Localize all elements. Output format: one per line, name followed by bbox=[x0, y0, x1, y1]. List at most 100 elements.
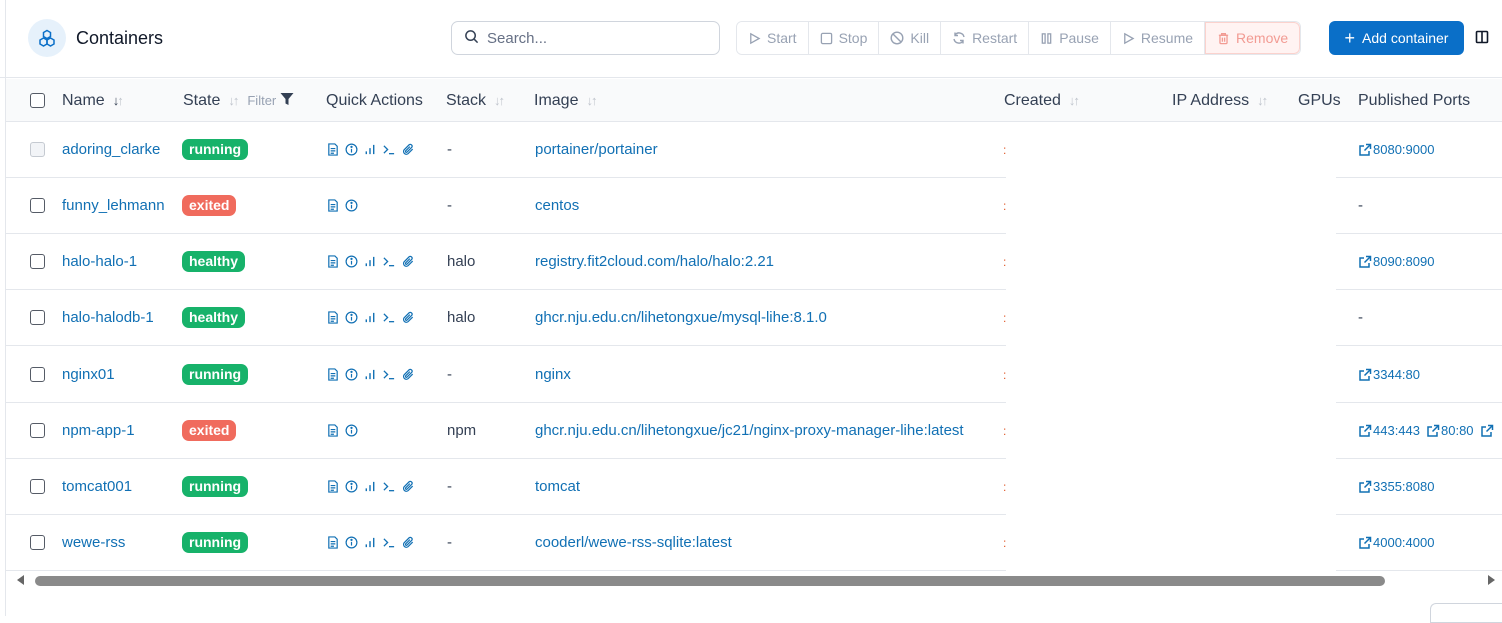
port-link[interactable]: 443:443 bbox=[1358, 423, 1420, 438]
port-link[interactable]: 80:80 bbox=[1426, 423, 1474, 438]
image-link[interactable]: ghcr.nju.edu.cn/lihetongxue/jc21/nginx-p… bbox=[535, 403, 964, 458]
sort-icon[interactable]: ↓↑ bbox=[494, 93, 505, 108]
row-checkbox[interactable] bbox=[30, 535, 45, 550]
stats-icon[interactable] bbox=[364, 536, 376, 549]
container-name-link[interactable]: tomcat001 bbox=[62, 459, 132, 514]
resume-button[interactable]: Resume bbox=[1110, 22, 1206, 54]
port-link[interactable]: 8090:8090 bbox=[1358, 254, 1434, 269]
console-icon[interactable] bbox=[382, 311, 396, 324]
restart-button[interactable]: Restart bbox=[941, 22, 1030, 54]
image-link[interactable]: ghcr.nju.edu.cn/lihetongxue/mysql-lihe:8… bbox=[535, 290, 827, 345]
container-name-link[interactable]: halo-halo-1 bbox=[62, 234, 137, 289]
row-select[interactable] bbox=[30, 122, 45, 177]
columns-icon[interactable] bbox=[1475, 30, 1489, 48]
port-link[interactable]: 3344:80 bbox=[1358, 367, 1420, 382]
page-size-select[interactable] bbox=[1430, 603, 1502, 623]
container-name-link[interactable]: funny_lehmann bbox=[62, 178, 165, 233]
image-link[interactable]: tomcat bbox=[535, 459, 580, 514]
logs-icon[interactable] bbox=[327, 255, 339, 268]
row-checkbox[interactable] bbox=[30, 423, 45, 438]
row-select[interactable] bbox=[30, 403, 45, 458]
image-link[interactable]: nginx bbox=[535, 347, 571, 402]
console-icon[interactable] bbox=[382, 480, 396, 493]
row-checkbox[interactable] bbox=[30, 310, 45, 325]
attach-icon[interactable] bbox=[402, 368, 415, 381]
sort-icon[interactable]: ↓↑ bbox=[586, 93, 597, 108]
inspect-icon[interactable] bbox=[345, 480, 358, 493]
container-name-link[interactable]: nginx01 bbox=[62, 347, 115, 402]
sort-icon[interactable]: ↓↑ bbox=[1069, 93, 1080, 108]
console-icon[interactable] bbox=[382, 368, 396, 381]
row-select[interactable] bbox=[30, 347, 45, 402]
port-link[interactable]: 3355:8080 bbox=[1358, 479, 1434, 494]
attach-icon[interactable] bbox=[402, 143, 415, 156]
scroll-left-icon[interactable] bbox=[17, 575, 24, 585]
inspect-icon[interactable] bbox=[345, 143, 358, 156]
attach-icon[interactable] bbox=[402, 311, 415, 324]
stop-button[interactable]: Stop bbox=[808, 22, 880, 54]
column-stack[interactable]: Stack ↓↑ bbox=[446, 79, 505, 122]
image-link[interactable]: registry.fit2cloud.com/halo/halo:2.21 bbox=[535, 234, 774, 289]
inspect-icon[interactable] bbox=[345, 311, 358, 324]
stats-icon[interactable] bbox=[364, 480, 376, 493]
inspect-icon[interactable] bbox=[345, 199, 358, 212]
container-name-link[interactable]: npm-app-1 bbox=[62, 403, 135, 458]
sort-icon[interactable]: ↓↑ bbox=[1257, 93, 1268, 108]
row-select[interactable] bbox=[30, 178, 45, 233]
inspect-icon[interactable] bbox=[345, 424, 358, 437]
container-name-link[interactable]: adoring_clarke bbox=[62, 122, 160, 177]
scrollbar-thumb[interactable] bbox=[35, 576, 1385, 586]
row-select[interactable] bbox=[30, 290, 45, 345]
port-link[interactable]: 4000:4000 bbox=[1358, 535, 1434, 550]
attach-icon[interactable] bbox=[402, 255, 415, 268]
image-link[interactable]: portainer/portainer bbox=[535, 122, 658, 177]
port-link[interactable]: 8080:9000 bbox=[1358, 142, 1434, 157]
stats-icon[interactable] bbox=[364, 255, 376, 268]
inspect-icon[interactable] bbox=[345, 368, 358, 381]
image-link[interactable]: centos bbox=[535, 178, 579, 233]
pause-button[interactable]: Pause bbox=[1029, 22, 1111, 54]
column-ip-address[interactable]: IP Address ↓↑ bbox=[1172, 79, 1268, 122]
row-select[interactable] bbox=[30, 234, 45, 289]
start-button[interactable]: Start bbox=[737, 22, 809, 54]
stats-icon[interactable] bbox=[364, 368, 376, 381]
sort-desc-icon[interactable]: ↓↑ bbox=[113, 93, 124, 108]
search-input[interactable]: Search... bbox=[451, 21, 720, 55]
kill-button[interactable]: Kill bbox=[879, 22, 942, 54]
state-filter[interactable]: Filter bbox=[247, 92, 294, 109]
inspect-icon[interactable] bbox=[345, 255, 358, 268]
logs-icon[interactable] bbox=[327, 143, 339, 156]
logs-icon[interactable] bbox=[327, 199, 339, 212]
stats-icon[interactable] bbox=[364, 311, 376, 324]
console-icon[interactable] bbox=[382, 536, 396, 549]
column-state[interactable]: State ↓↑ Filter bbox=[183, 79, 294, 122]
row-checkbox[interactable] bbox=[30, 254, 45, 269]
row-select[interactable] bbox=[30, 515, 45, 570]
stats-icon[interactable] bbox=[364, 143, 376, 156]
scroll-right-icon[interactable] bbox=[1488, 575, 1495, 585]
logs-icon[interactable] bbox=[327, 368, 339, 381]
row-checkbox[interactable] bbox=[30, 479, 45, 494]
row-checkbox[interactable] bbox=[30, 367, 45, 382]
column-created[interactable]: Created ↓↑ bbox=[1004, 79, 1080, 122]
attach-icon[interactable] bbox=[402, 480, 415, 493]
logs-icon[interactable] bbox=[327, 480, 339, 493]
attach-icon[interactable] bbox=[402, 536, 415, 549]
checkbox[interactable] bbox=[30, 93, 45, 108]
console-icon[interactable] bbox=[382, 143, 396, 156]
inspect-icon[interactable] bbox=[345, 536, 358, 549]
console-icon[interactable] bbox=[382, 255, 396, 268]
container-name-link[interactable]: halo-halodb-1 bbox=[62, 290, 154, 345]
image-link[interactable]: cooderl/wewe-rss-sqlite:latest bbox=[535, 515, 732, 570]
sort-icon[interactable]: ↓↑ bbox=[228, 93, 239, 108]
row-checkbox[interactable] bbox=[30, 198, 45, 213]
logs-icon[interactable] bbox=[327, 311, 339, 324]
container-name-link[interactable]: wewe-rss bbox=[62, 515, 125, 570]
select-all-checkbox[interactable] bbox=[30, 79, 45, 122]
logs-icon[interactable] bbox=[327, 424, 339, 437]
logs-icon[interactable] bbox=[327, 536, 339, 549]
horizontal-scrollbar[interactable] bbox=[6, 570, 1502, 590]
port-link[interactable] bbox=[1480, 423, 1495, 438]
remove-button[interactable]: Remove bbox=[1205, 22, 1301, 54]
column-name[interactable]: Name ↓↑ bbox=[62, 79, 124, 122]
